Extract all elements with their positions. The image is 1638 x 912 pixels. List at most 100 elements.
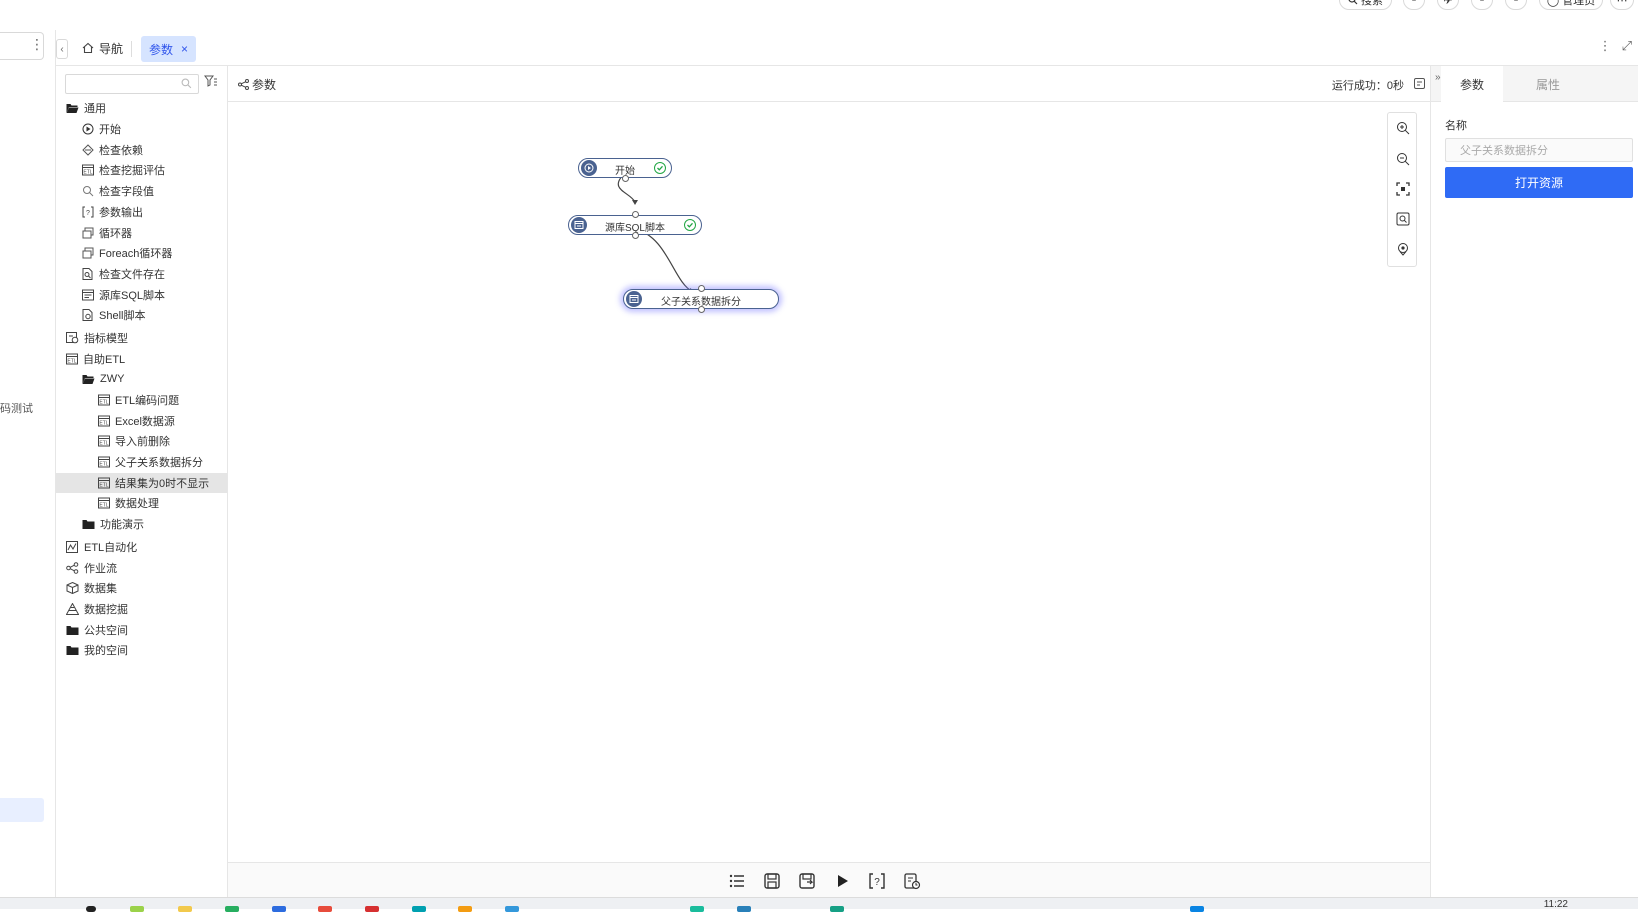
tab-attributes-label: 属性	[1535, 77, 1560, 92]
taskbar-app-icon[interactable]	[1190, 906, 1204, 912]
rail-item-selected[interactable]	[0, 798, 44, 822]
svg-text:?: ?	[874, 877, 880, 888]
output-port[interactable]	[631, 232, 639, 239]
tree-item[interactable]: ETL 检查挖掘评估	[82, 160, 165, 180]
tree-item[interactable]: ETL ETL编码问题	[98, 390, 179, 410]
name-field[interactable]: 父子关系数据拆分	[1445, 138, 1633, 162]
tree-item[interactable]: 数据挖掘	[66, 599, 128, 619]
taskbar-app-icon[interactable]	[130, 906, 144, 912]
tree-item[interactable]: Shell脚本	[82, 305, 145, 325]
tree-item[interactable]: 作业流	[66, 558, 117, 578]
run-log-icon[interactable]	[1413, 77, 1426, 90]
output-port[interactable]	[621, 175, 629, 182]
tree-item[interactable]: ETL 数据处理	[98, 493, 159, 513]
os-taskbar: 11:22	[0, 897, 1638, 912]
rail-more-icon[interactable]: ⋮	[30, 37, 44, 51]
tree-item[interactable]: 我的空间	[66, 640, 128, 660]
tree-item[interactable]: ETL自动化	[66, 537, 137, 557]
tree-item[interactable]: Foreach循环器	[82, 243, 172, 263]
taskbar-app-icon[interactable]	[365, 906, 379, 912]
zoom-out-icon[interactable]	[1396, 152, 1410, 166]
fit-view-icon[interactable]	[1396, 182, 1410, 196]
tree-item[interactable]: ETL 自助ETL	[66, 349, 125, 369]
tree-item[interactable]: 检查依赖	[82, 140, 143, 160]
input-port[interactable]	[697, 285, 705, 292]
taskbar-start-icon[interactable]	[86, 906, 96, 912]
tab-bar: ‹ 导航 参数 × ⋮ ⤢	[56, 30, 1638, 66]
tree-item[interactable]: 检查字段值	[82, 181, 154, 201]
open-resource-label: 打开资源	[1514, 176, 1563, 190]
clipboard-icon: ▫	[1480, 0, 1484, 6]
canvas-bottom-toolbar: ?	[228, 862, 1430, 897]
rocket-button[interactable]: ✈	[1437, 0, 1459, 10]
actual-size-icon[interactable]	[1396, 212, 1410, 226]
tree-item[interactable]: ETL 父子关系数据拆分	[98, 452, 203, 472]
taskbar-app-icon[interactable]	[178, 906, 192, 912]
zoom-toolbar	[1387, 112, 1417, 267]
collapse-panel-icon[interactable]: »	[1435, 72, 1441, 83]
field-check-icon	[82, 185, 94, 197]
tree-item[interactable]: ? 参数输出	[82, 202, 143, 222]
user-menu[interactable]: ◯ 管理员	[1539, 0, 1603, 10]
schedule-icon[interactable]	[903, 872, 921, 890]
etl-icon: ETL	[98, 435, 110, 447]
flow-connections	[617, 173, 696, 294]
tree-item[interactable]: ETL 结果集为0时不显示	[98, 473, 209, 493]
tree-search-input[interactable]	[65, 74, 199, 94]
sql-node-icon	[626, 291, 642, 307]
tree-item[interactable]: 开始	[82, 119, 121, 139]
taskbar-app-icon[interactable]	[225, 906, 239, 912]
check-button[interactable]: ▫	[1471, 0, 1493, 10]
taskbar-app-icon[interactable]	[830, 906, 844, 912]
zoom-in-icon[interactable]	[1396, 121, 1410, 135]
taskbar-app-icon[interactable]	[318, 906, 332, 912]
output-port[interactable]	[697, 306, 705, 313]
taskbar-app-icon[interactable]	[272, 906, 286, 912]
property-tabs: 参数 属性	[1431, 66, 1638, 103]
taskbar-app-icon[interactable]	[412, 906, 426, 912]
save-icon[interactable]	[763, 872, 781, 890]
input-port[interactable]	[631, 211, 639, 218]
tree-item[interactable]: 源库SQL脚本	[82, 285, 165, 305]
fullscreen-icon[interactable]: ⤢	[1622, 38, 1632, 54]
open-resource-button[interactable]: 打开资源	[1445, 167, 1633, 198]
notification-button[interactable]: ▫	[1505, 0, 1527, 10]
collapse-sidebar-button[interactable]: ‹	[56, 39, 68, 59]
taskbar-app-icon[interactable]	[690, 906, 704, 912]
taskbar-app-icon[interactable]	[458, 906, 472, 912]
tree-item[interactable]: 功能演示	[82, 514, 144, 534]
save-top-button[interactable]: ▫	[1403, 0, 1425, 10]
tree-item[interactable]: 通用	[66, 98, 106, 118]
tree-item[interactable]: ETL 导入前删除	[98, 431, 170, 451]
list-icon[interactable]	[728, 872, 746, 890]
tree-item[interactable]: 公共空间	[66, 620, 128, 640]
global-search-button[interactable]: 搜索	[1339, 0, 1392, 10]
locate-icon[interactable]	[1396, 242, 1410, 256]
tree-item[interactable]: 检查文件存在	[82, 264, 165, 284]
filter-icon[interactable]	[204, 74, 218, 88]
tree-item[interactable]: 指标模型	[66, 328, 128, 348]
run-icon[interactable]	[833, 872, 851, 890]
tab-attributes[interactable]: 属性	[1517, 66, 1579, 102]
tree-item-label: ETL自动化	[84, 542, 138, 554]
more-menu-button[interactable]: ⋯	[1610, 0, 1634, 10]
tree-item[interactable]: ETL Excel数据源	[98, 411, 175, 431]
taskbar-app-icon[interactable]	[505, 906, 519, 912]
name-field-value: 父子关系数据拆分	[1460, 145, 1548, 157]
help-param-icon[interactable]: ?	[868, 872, 886, 890]
shell-icon	[82, 309, 94, 321]
tree-item[interactable]: 数据集	[66, 578, 117, 598]
folder-open-icon	[66, 103, 79, 114]
rail-item-label[interactable]: 码测试	[0, 400, 33, 416]
tree-item[interactable]: ZWY	[82, 369, 124, 389]
more-vertical-icon[interactable]: ⋮	[1599, 38, 1612, 54]
tab-params-panel[interactable]: 参数	[1441, 66, 1503, 103]
tab-params[interactable]: 参数 ×	[141, 36, 197, 62]
tree-item[interactable]: 循环器	[82, 223, 132, 243]
flow-canvas[interactable]: 开始 源库SQL脚本 父子关系数据拆分	[228, 102, 1430, 862]
tab-navigation[interactable]: 导航	[76, 36, 129, 60]
svg-text:ETL: ETL	[67, 359, 76, 365]
close-icon[interactable]: ×	[181, 42, 188, 56]
save-as-icon[interactable]	[798, 872, 816, 890]
taskbar-app-icon[interactable]	[737, 906, 751, 912]
